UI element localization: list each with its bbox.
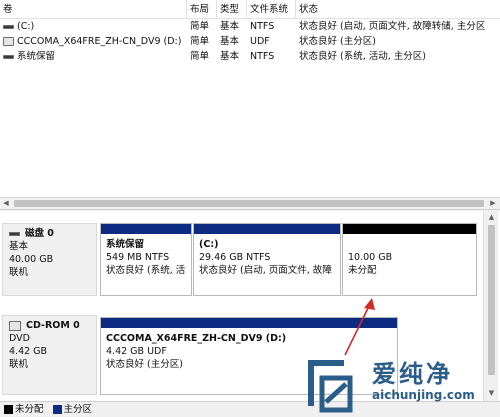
cd-drive-icon: [3, 37, 14, 46]
partition-stripe: [194, 224, 340, 234]
cd-drive-icon: [9, 320, 21, 331]
partition-stripe: [101, 224, 191, 234]
partition-title: CCCOMA_X64FRE_ZH-CN_DV9 (D:): [106, 333, 287, 344]
volume-filesystem: NTFS: [250, 51, 275, 62]
partition-system-reserved[interactable]: 系统保留 549 MB NTFS 状态良好 (系统, 活: [100, 223, 192, 296]
disk-icon: [9, 231, 20, 236]
volume-type: 基本: [220, 51, 240, 62]
col-header-filesystem[interactable]: 文件系统: [247, 0, 296, 19]
volume-name: 系统保留: [17, 51, 56, 62]
volume-status: 状态良好 (系统, 活动, 主分区): [299, 51, 427, 62]
volume-type: 基本: [220, 36, 240, 47]
volume-name: (C:): [17, 21, 35, 32]
volume-icon: [3, 54, 14, 59]
volume-row[interactable]: CCCOMA_X64FRE_ZH-CN_DV9 (D:) 简单 基本 UDF 状…: [0, 35, 500, 48]
partition-status: 状态良好 (系统, 活: [106, 265, 186, 276]
legend-swatch: [52, 405, 62, 414]
volume-icon: [3, 24, 14, 29]
disk-name: CD-ROM 0: [26, 320, 80, 331]
volume-row[interactable]: 系统保留 简单 基本 NTFS 状态良好 (系统, 活动, 主分区): [0, 50, 500, 63]
partition-unallocated[interactable]: 10.00 GB 未分配: [342, 223, 477, 296]
partition-stripe: [101, 318, 397, 328]
partition-title: (C:): [199, 239, 219, 250]
legend-item-unallocated: 未分配: [4, 402, 44, 417]
col-header-volume[interactable]: 卷: [0, 0, 187, 19]
legend-swatch: [4, 405, 13, 414]
partition-status: 未分配: [348, 265, 377, 276]
col-header-status[interactable]: 状态: [296, 0, 500, 19]
legend-item-primary: 主分区: [52, 402, 93, 417]
watermark-url: aichunjing.com: [372, 388, 475, 402]
volume-row[interactable]: (C:) 简单 基本 NTFS 状态良好 (启动, 页面文件, 故障转储, 主分…: [0, 20, 500, 33]
scroll-right-icon[interactable]: ▶: [487, 198, 499, 210]
volume-status: 状态良好 (主分区): [299, 36, 376, 47]
partition-size: 10.00 GB: [348, 252, 393, 263]
legend-label: 主分区: [63, 404, 93, 415]
watermark-brand: 爱纯净: [372, 360, 453, 388]
volume-filesystem: NTFS: [250, 21, 275, 32]
scroll-left-icon[interactable]: ◀: [0, 198, 12, 210]
legend-label: 未分配: [15, 404, 44, 415]
col-header-layout[interactable]: 布局: [187, 0, 217, 19]
scroll-up-icon[interactable]: ▲: [484, 211, 499, 224]
volume-layout: 简单: [190, 36, 210, 47]
disk-type: 基本: [9, 241, 29, 252]
disk-type: DVD: [9, 333, 30, 344]
disk-name: 磁盘 0: [25, 228, 54, 239]
disk-status: 联机: [9, 267, 29, 278]
volume-filesystem: UDF: [250, 36, 270, 47]
volume-type: 基本: [220, 21, 240, 32]
disk-0-label[interactable]: 磁盘 0 基本 40.00 GB 联机: [2, 223, 97, 296]
disk-size: 4.42 GB: [9, 346, 48, 357]
watermark: 爱纯净 aichunjing.com: [300, 352, 498, 414]
partition-size: 29.46 GB NTFS: [199, 252, 271, 263]
volume-list: 卷 布局 类型 文件系统 状态 (C:) 简单 基本 NTFS 状态良好 (启动…: [0, 0, 500, 210]
col-header-type[interactable]: 类型: [217, 0, 247, 19]
disk-size: 40.00 GB: [9, 254, 54, 265]
partition-c[interactable]: (C:) 29.46 GB NTFS 状态良好 (启动, 页面文件, 故障: [193, 223, 341, 296]
cdrom-0-label[interactable]: CD-ROM 0 DVD 4.42 GB 联机: [2, 315, 97, 395]
watermark-logo-icon: [308, 360, 353, 413]
partition-title: [348, 238, 474, 251]
partition-title: 系统保留: [106, 239, 145, 250]
volume-layout: 简单: [190, 21, 210, 32]
volume-status: 状态良好 (启动, 页面文件, 故障转储, 主分区: [299, 21, 486, 32]
disk-status: 联机: [9, 359, 29, 370]
partition-stripe: [343, 224, 476, 234]
volume-name: CCCOMA_X64FRE_ZH-CN_DV9 (D:): [17, 36, 182, 47]
horizontal-scrollbar[interactable]: ◀ ▶: [0, 197, 500, 209]
scroll-thumb[interactable]: [14, 200, 484, 207]
partition-size: 549 MB NTFS: [106, 252, 170, 263]
volume-layout: 简单: [190, 51, 210, 62]
partition-status: 状态良好 (启动, 页面文件, 故障: [199, 265, 332, 276]
volume-list-header: 卷 布局 类型 文件系统 状态: [0, 0, 500, 19]
